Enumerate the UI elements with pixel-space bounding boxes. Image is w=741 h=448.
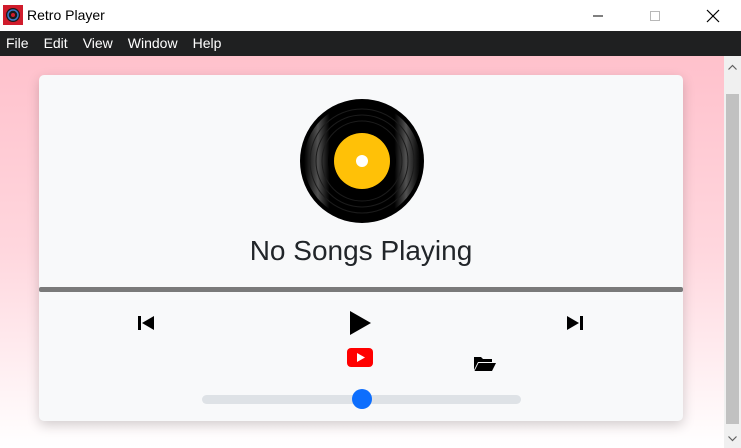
menu-file[interactable]: File: [0, 31, 37, 56]
volume-slider-thumb[interactable]: [351, 389, 372, 409]
window-title: Retro Player: [27, 7, 105, 23]
skip-next-icon: [567, 316, 583, 330]
skip-previous-icon: [138, 316, 154, 330]
volume-slider[interactable]: [202, 389, 521, 409]
play-button[interactable]: [347, 309, 373, 337]
youtube-icon: [347, 347, 373, 367]
chevron-up-icon: [728, 64, 737, 70]
next-button[interactable]: [565, 313, 585, 333]
play-icon: [350, 311, 371, 335]
minimize-button[interactable]: [575, 0, 621, 31]
menu-window[interactable]: Window: [121, 31, 186, 56]
title-bar[interactable]: Retro Player: [0, 0, 741, 31]
menu-edit[interactable]: Edit: [37, 31, 76, 56]
menu-bar: File Edit View Window Help: [0, 31, 741, 56]
chevron-down-icon: [728, 435, 737, 441]
scroll-down-button[interactable]: [724, 430, 741, 447]
app-logo-icon: [3, 5, 23, 25]
minimize-icon: [593, 15, 603, 16]
vinyl-record-icon: [300, 99, 424, 223]
close-button[interactable]: [690, 0, 736, 31]
app-window: Retro Player File Edit View Window Help: [0, 0, 741, 448]
progress-bar[interactable]: [39, 287, 683, 292]
player-card: No Songs Playing: [39, 75, 683, 421]
folder-open-icon: [474, 356, 496, 371]
song-title: No Songs Playing: [249, 235, 473, 266]
close-icon: [706, 9, 720, 22]
menu-view[interactable]: View: [76, 31, 121, 56]
previous-button[interactable]: [136, 313, 156, 333]
scroll-up-button[interactable]: [724, 58, 741, 75]
youtube-button[interactable]: [347, 347, 373, 367]
open-folder-button[interactable]: [473, 353, 497, 373]
menu-help[interactable]: Help: [186, 31, 230, 56]
maximize-icon: [650, 10, 660, 21]
maximize-button[interactable]: [632, 0, 678, 31]
vertical-scrollbar[interactable]: [724, 56, 741, 448]
scrollbar-thumb[interactable]: [726, 94, 739, 424]
